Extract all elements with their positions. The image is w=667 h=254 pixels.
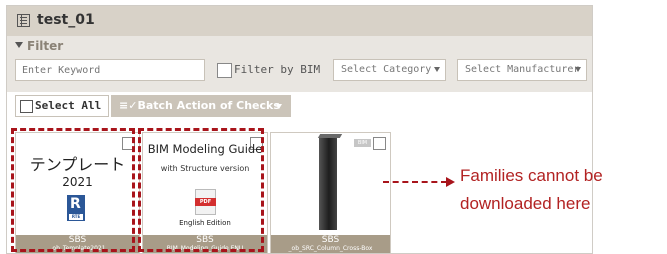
category-select[interactable]: Select Category [333,59,446,81]
filter-by-bim-label: Filter by BIM [234,63,321,76]
select-all-button[interactable]: Select All [15,95,109,117]
batch-action-button[interactable]: ≡✓Batch Action of Checks [111,95,291,117]
arrow-line [383,181,447,183]
card-vendor: SBS [321,235,340,245]
manufacturer-select[interactable]: Select Manufacturer [457,59,587,81]
manufacturer-select-value: Select Manufacturer [465,64,580,75]
annotation-line-1: Families cannot be [460,166,603,185]
column-thumbnail [319,136,337,230]
annotation-line-2: downloaded here [460,194,591,213]
title-bar: test_01 [7,6,592,36]
list-icon [17,14,30,27]
batch-action-label: Batch Action of Checks [137,99,280,112]
chevron-down-icon [434,67,440,72]
keyword-input[interactable] [15,59,205,81]
family-card[interactable]: BIM SBS _ob_SRC_Column_Cross-Box [270,132,391,253]
page-title: test_01 [37,12,95,28]
filter-bar: Filter Filter by BIM Select Category Sel… [7,36,592,92]
funnel-icon [15,42,23,48]
card-footer: SBS _ob_SRC_Column_Cross-Box [271,235,390,253]
batch-check-icon: ≡✓ [119,99,138,112]
chevron-down-icon [276,104,282,109]
filter-heading-label: Filter [27,39,64,53]
bim-badge: BIM [354,139,371,147]
checkbox-icon [20,100,33,113]
actions-bar: Select All ≡✓Batch Action of Checks [7,92,592,128]
select-all-label: Select All [35,99,102,112]
arrow-right-icon [446,177,455,187]
filter-by-bim-checkbox[interactable] [217,63,232,78]
filter-heading: Filter [15,39,63,53]
highlight-box [138,128,264,252]
card-filename: _ob_SRC_Column_Cross-Box [288,245,373,252]
chevron-down-icon [575,67,581,72]
card-checkbox[interactable] [373,137,386,150]
highlight-box [11,128,135,252]
category-select-value: Select Category [341,64,432,75]
